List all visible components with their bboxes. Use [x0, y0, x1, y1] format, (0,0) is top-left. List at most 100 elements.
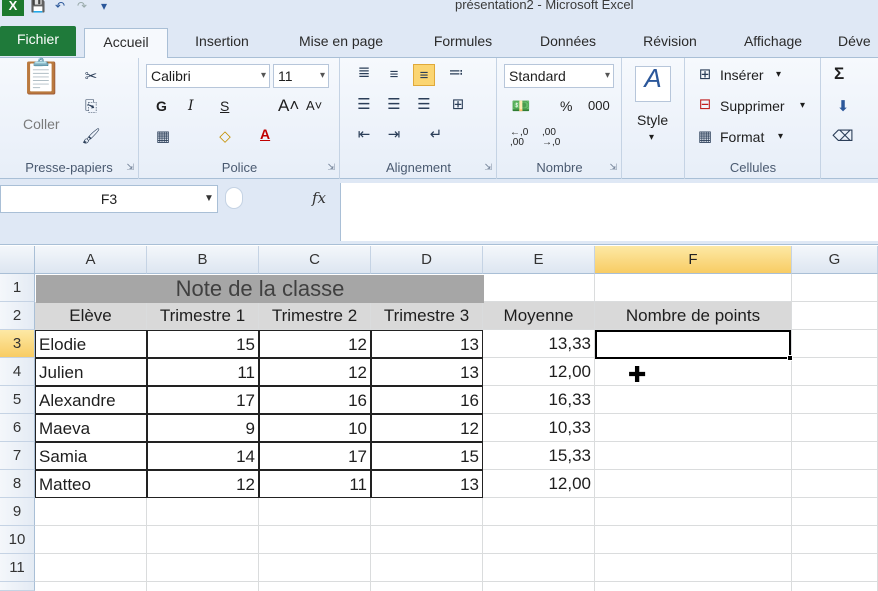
average-cell[interactable]: 16,33 — [483, 386, 595, 414]
paste-label[interactable]: Coller — [23, 116, 60, 132]
tab-revision[interactable]: Révision — [630, 28, 710, 58]
empty-cell[interactable] — [792, 442, 878, 470]
row-header-3[interactable]: 3 — [0, 330, 35, 358]
column-header-f[interactable]: F — [595, 246, 792, 274]
autosum-icon[interactable]: Σ — [834, 64, 844, 84]
format-cells-icon[interactable]: ▦ — [694, 126, 716, 148]
grade-cell[interactable]: 13 — [371, 358, 483, 386]
fill-color-icon[interactable]: ◇ — [214, 126, 236, 148]
column-header-e[interactable]: E — [483, 246, 595, 274]
clear-icon[interactable]: ⌫ — [832, 126, 854, 148]
points-cell[interactable] — [595, 414, 792, 442]
empty-cell[interactable] — [483, 554, 595, 582]
chevron-down-icon[interactable]: ▼ — [204, 193, 214, 204]
points-cell[interactable] — [595, 442, 792, 470]
row-header-2[interactable]: 2 — [0, 302, 35, 330]
increase-decimal-icon[interactable]: ←,0,00 — [510, 128, 538, 148]
student-name-cell[interactable]: Elodie — [35, 330, 147, 358]
fill-icon[interactable]: ⬇ — [832, 96, 854, 118]
increase-indent-icon[interactable]: ⇥ — [383, 124, 405, 146]
dialog-launcher-icon[interactable]: ⇲ — [484, 162, 492, 173]
formula-input[interactable] — [340, 183, 878, 241]
undo-icon[interactable]: ↶ — [52, 0, 68, 14]
empty-cell[interactable] — [792, 358, 878, 386]
empty-cell[interactable] — [595, 274, 792, 302]
grade-cell[interactable]: 17 — [259, 442, 371, 470]
grade-cell[interactable]: 13 — [371, 330, 483, 358]
empty-cell[interactable] — [792, 526, 878, 554]
align-right-icon[interactable]: ☰ — [413, 94, 435, 116]
underline-button[interactable]: S — [220, 98, 229, 114]
empty-cell[interactable] — [259, 526, 371, 554]
customize-qat-icon[interactable]: ▾ — [96, 0, 112, 14]
number-format-select[interactable]: Standard ▾ — [504, 64, 614, 88]
active-cell-f3[interactable] — [595, 330, 791, 359]
grade-cell[interactable]: 14 — [147, 442, 259, 470]
format-painter-icon[interactable]: 🖌 — [80, 126, 102, 148]
tab-mise-en-page[interactable]: Mise en page — [285, 28, 397, 58]
empty-cell[interactable] — [259, 498, 371, 526]
empty-cell[interactable] — [483, 582, 595, 591]
empty-cell[interactable] — [792, 498, 878, 526]
empty-cell[interactable] — [483, 498, 595, 526]
save-icon[interactable]: 💾 — [30, 0, 46, 14]
student-name-cell[interactable]: Julien — [35, 358, 147, 386]
thousands-button[interactable]: 000 — [588, 98, 610, 113]
empty-cell[interactable] — [371, 582, 483, 591]
empty-cell[interactable] — [792, 414, 878, 442]
header-cell[interactable]: Trimestre 1 — [147, 302, 259, 330]
grade-cell[interactable]: 11 — [259, 470, 371, 498]
empty-cell[interactable] — [371, 554, 483, 582]
borders-icon[interactable]: ▦ — [152, 126, 174, 148]
empty-cell[interactable] — [35, 498, 147, 526]
points-cell[interactable] — [595, 386, 792, 414]
empty-cell[interactable] — [483, 274, 595, 302]
empty-cell[interactable] — [792, 330, 878, 358]
font-color-icon[interactable]: A — [260, 126, 270, 142]
font-size-select[interactable]: 11 ▾ — [273, 64, 329, 88]
empty-cell[interactable] — [595, 498, 792, 526]
empty-cell[interactable] — [595, 582, 792, 591]
empty-cell[interactable] — [792, 386, 878, 414]
row-header-9[interactable]: 9 — [0, 498, 35, 526]
empty-cell[interactable] — [792, 470, 878, 498]
average-cell[interactable]: 10,33 — [483, 414, 595, 442]
align-top-icon[interactable]: ≣ — [353, 62, 375, 84]
select-all-corner[interactable] — [0, 246, 35, 274]
row-header-1[interactable]: 1 — [0, 274, 35, 302]
orientation-icon[interactable]: ≕ — [445, 62, 467, 84]
fill-handle[interactable] — [787, 355, 793, 361]
chevron-down-icon[interactable]: ▾ — [800, 100, 805, 111]
decrease-indent-icon[interactable]: ⇤ — [353, 124, 375, 146]
grade-cell[interactable]: 13 — [371, 470, 483, 498]
grade-cell[interactable]: 12 — [371, 414, 483, 442]
grade-cell[interactable]: 16 — [371, 386, 483, 414]
column-header-d[interactable]: D — [371, 246, 483, 274]
font-name-select[interactable]: Calibri ▾ — [146, 64, 270, 88]
empty-cell[interactable] — [595, 554, 792, 582]
average-cell[interactable]: 15,33 — [483, 442, 595, 470]
empty-cell[interactable] — [792, 302, 878, 330]
grade-cell[interactable]: 10 — [259, 414, 371, 442]
column-header-a[interactable]: A — [35, 246, 147, 274]
empty-cell[interactable] — [792, 274, 878, 302]
decrease-font-icon[interactable]: A˅ — [306, 98, 322, 113]
row-header-5[interactable]: 5 — [0, 386, 35, 414]
empty-cell[interactable] — [147, 498, 259, 526]
row-header-11[interactable]: 11 — [0, 554, 35, 582]
header-cell[interactable]: Trimestre 3 — [371, 302, 483, 330]
paste-icon[interactable]: 📋 — [20, 60, 62, 106]
empty-cell[interactable] — [792, 554, 878, 582]
points-cell[interactable] — [595, 470, 792, 498]
currency-icon[interactable]: 💵 — [510, 96, 532, 118]
italic-button[interactable]: I — [188, 98, 194, 114]
grade-cell[interactable]: 12 — [147, 470, 259, 498]
chevron-down-icon[interactable]: ▾ — [649, 132, 654, 143]
row-header-4[interactable]: 4 — [0, 358, 35, 386]
column-header-c[interactable]: C — [259, 246, 371, 274]
average-cell[interactable]: 13,33 — [483, 330, 595, 358]
format-button[interactable]: Format — [720, 129, 764, 145]
grade-cell[interactable]: 9 — [147, 414, 259, 442]
header-cell[interactable]: Trimestre 2 — [259, 302, 371, 330]
empty-cell[interactable] — [259, 554, 371, 582]
